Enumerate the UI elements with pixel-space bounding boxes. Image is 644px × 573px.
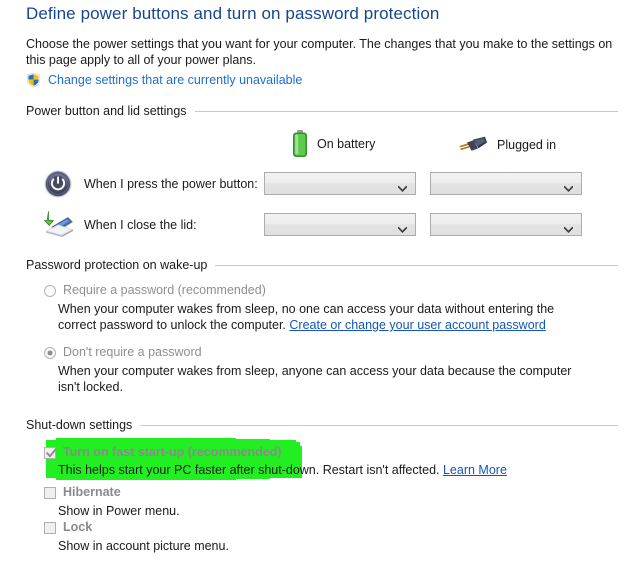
checkbox-fast-startup[interactable] (44, 447, 57, 459)
group-caption: Power button and lid settings (26, 104, 187, 118)
group-divider (140, 424, 618, 426)
column-header-on-battery: On battery (292, 130, 375, 158)
group-divider (194, 110, 618, 112)
checkbox-label-hibernate: Hibernate (63, 485, 121, 499)
group-power-lid-settings: Power button and lid settings (26, 104, 618, 118)
description-dont-require-password: When your computer wakes from sleep, any… (58, 364, 572, 394)
laptop-lid-icon (42, 210, 73, 237)
shield-icon (26, 72, 41, 88)
page-description: Choose the power settings that you want … (26, 37, 613, 67)
dropdown-close-lid-plugged-in[interactable] (430, 213, 582, 236)
checkbox-row-fast-startup[interactable]: Turn on fast start-up (recommended) (44, 445, 282, 459)
group-shutdown-settings: Shut-down settings (26, 418, 618, 432)
checkbox-lock[interactable] (44, 522, 56, 534)
change-settings-link[interactable]: Change settings that are currently unava… (48, 73, 302, 87)
power-button-icon (44, 170, 72, 198)
checkbox-label-lock: Lock (63, 520, 93, 534)
radio-label-dont-require-password: Don't require a password (63, 345, 202, 359)
description-text: This helps start your PC faster after sh… (58, 463, 443, 477)
radio-require-password[interactable]: Require a password (recommended) (44, 283, 266, 297)
power-options-page: Define power buttons and turn on passwor… (0, 0, 644, 573)
change-settings-row[interactable]: Change settings that are currently unava… (26, 72, 302, 88)
learn-more-link[interactable]: Learn More (443, 463, 507, 477)
battery-icon (292, 130, 308, 158)
description-lock: Show in account picture menu. (58, 539, 229, 553)
description-hibernate: Show in Power menu. (58, 504, 180, 518)
row-label-power-button: When I press the power button: (84, 177, 258, 191)
description-fast-startup: This helps start your PC faster after sh… (58, 462, 578, 478)
checkbox-label-fast-startup: Turn on fast start-up (recommended) (63, 445, 282, 459)
radio-button-indicator[interactable] (44, 347, 56, 359)
column-label-plugged-in: Plugged in (497, 138, 557, 152)
radio-label-require-password: Require a password (recommended) (63, 283, 266, 297)
checkbox-hibernate[interactable] (44, 487, 56, 499)
dropdown-power-button-plugged-in[interactable] (430, 172, 582, 195)
row-label-close-lid: When I close the lid: (84, 218, 197, 232)
chevron-down-icon (563, 181, 574, 192)
chevron-down-icon (397, 181, 408, 192)
page-title: Define power buttons and turn on passwor… (26, 4, 440, 23)
column-header-plugged-in: Plugged in (458, 136, 556, 154)
chevron-down-icon (397, 222, 408, 233)
group-caption: Shut-down settings (26, 418, 133, 432)
group-divider (215, 264, 618, 266)
dropdown-power-button-on-battery[interactable] (264, 172, 416, 195)
check-icon (46, 448, 57, 458)
create-change-password-link[interactable]: Create or change your user account passw… (289, 318, 545, 332)
checkbox-row-hibernate[interactable]: Hibernate (44, 485, 121, 499)
chevron-down-icon (563, 222, 574, 233)
group-password-protection: Password protection on wake-up (26, 258, 618, 272)
dropdown-close-lid-on-battery[interactable] (264, 213, 416, 236)
checkbox-row-lock[interactable]: Lock (44, 520, 92, 534)
power-plug-icon (458, 136, 488, 154)
group-caption: Password protection on wake-up (26, 258, 208, 272)
radio-dont-require-password[interactable]: Don't require a password (44, 345, 202, 359)
description-require-password: When your computer wakes from sleep, no … (58, 301, 588, 333)
radio-button-indicator[interactable] (44, 285, 56, 297)
column-label-on-battery: On battery (317, 137, 376, 151)
